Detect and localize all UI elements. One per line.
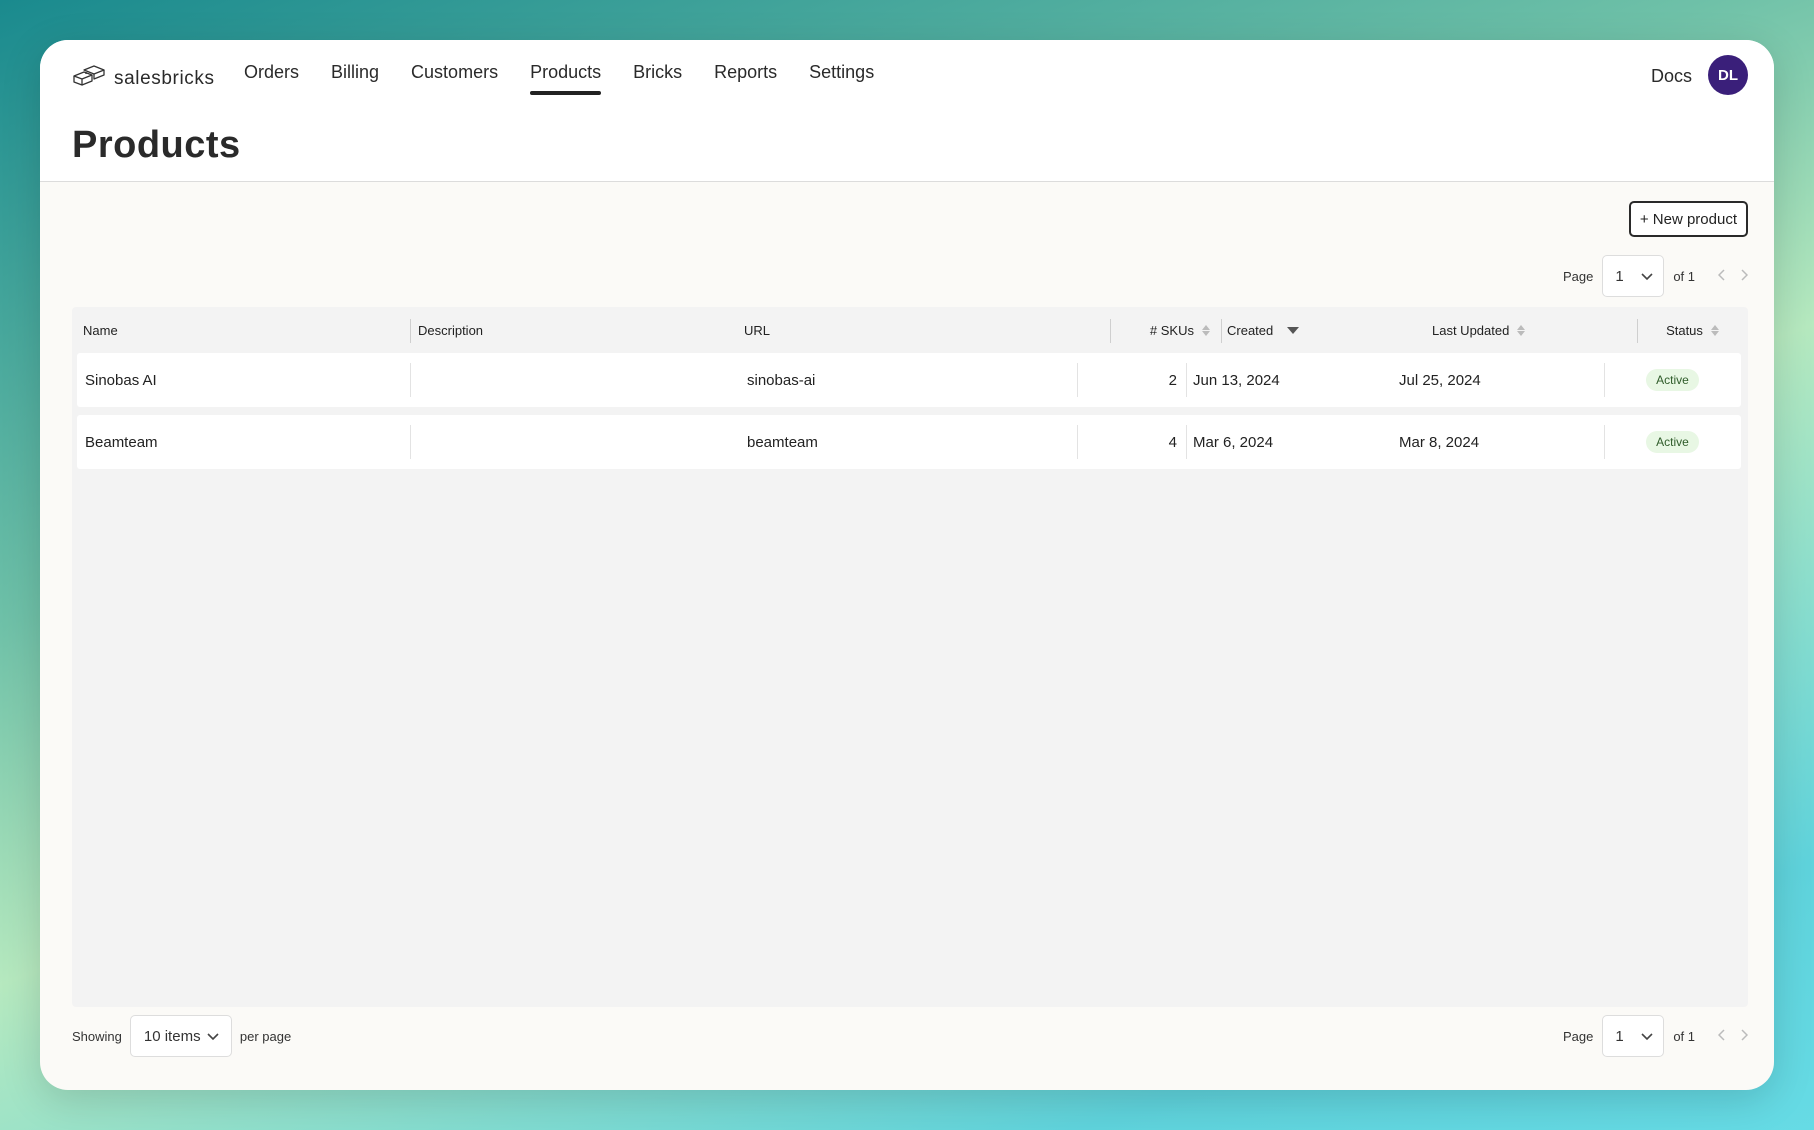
column-header-name[interactable]: Name xyxy=(83,307,118,353)
chevron-down-icon xyxy=(1641,1028,1653,1045)
brand-name: salesbricks xyxy=(114,67,215,89)
page-select[interactable]: 1 xyxy=(1602,1015,1665,1057)
products-table: Name Description URL # SKUs Created Last… xyxy=(72,307,1748,1007)
column-header-description[interactable]: Description xyxy=(410,307,483,353)
per-page-control: Showing 10 items per page xyxy=(72,1015,291,1057)
page-select-value: 1 xyxy=(1615,267,1624,285)
page-label: Page xyxy=(1562,1028,1594,1044)
nav-billing[interactable]: Billing xyxy=(331,62,379,95)
page-select[interactable]: 1 xyxy=(1602,255,1665,297)
cell-description xyxy=(410,353,740,407)
next-page-icon[interactable] xyxy=(1740,1028,1749,1044)
nav-reports[interactable]: Reports xyxy=(714,62,777,95)
cell-created: Jun 13, 2024 xyxy=(1186,353,1280,407)
showing-label: Showing xyxy=(72,1028,122,1044)
cell-skus: 2 xyxy=(1077,353,1183,407)
status-badge: Active xyxy=(1646,369,1699,391)
user-avatar[interactable]: DL xyxy=(1708,55,1748,95)
page-count-label: of 1 xyxy=(1673,1028,1695,1044)
column-header-status[interactable]: Status xyxy=(1637,307,1748,353)
per-page-select[interactable]: 10 items xyxy=(129,1015,232,1057)
per-page-value: 10 items xyxy=(143,1027,201,1045)
app-window: salesbricks Orders Billing Customers Pro… xyxy=(40,40,1774,1090)
column-header-url[interactable]: URL xyxy=(744,307,770,353)
page-label: Page xyxy=(1562,268,1594,284)
nav-products[interactable]: Products xyxy=(530,62,602,95)
column-header-skus[interactable]: # SKUs xyxy=(1110,307,1216,353)
column-header-created[interactable]: Created xyxy=(1221,307,1300,353)
prev-page-icon[interactable] xyxy=(1717,1028,1726,1044)
cell-created: Mar 6, 2024 xyxy=(1186,415,1273,469)
top-navigation-bar: salesbricks Orders Billing Customers Pro… xyxy=(40,40,1774,182)
nav-settings[interactable]: Settings xyxy=(809,62,874,95)
sort-icon xyxy=(1710,324,1719,336)
new-product-button[interactable]: + New product xyxy=(1628,201,1748,237)
table-header: Name Description URL # SKUs Created Last… xyxy=(72,307,1748,353)
table-row[interactable]: Beamteam beamteam 4 Mar 6, 2024 Mar 8, 2… xyxy=(77,415,1741,469)
cell-last-updated: Jul 25, 2024 xyxy=(1399,371,1481,389)
pagination-top: Page 1 of 1 xyxy=(1562,255,1749,297)
cell-name: Sinobas AI xyxy=(85,371,157,389)
nav-orders[interactable]: Orders xyxy=(244,62,299,95)
status-badge: Active xyxy=(1646,431,1699,453)
sort-icon xyxy=(1202,324,1210,336)
bricks-logo-icon xyxy=(72,64,106,93)
nav-bricks[interactable]: Bricks xyxy=(633,62,682,95)
pagination-bottom: Page 1 of 1 xyxy=(1562,1015,1749,1057)
docs-link[interactable]: Docs xyxy=(1651,66,1692,87)
cell-last-updated: Mar 8, 2024 xyxy=(1399,433,1480,451)
brand-logo[interactable]: salesbricks xyxy=(72,64,215,93)
sort-icon xyxy=(1517,324,1526,336)
prev-page-icon[interactable] xyxy=(1717,268,1726,284)
per-page-label: per page xyxy=(239,1028,292,1044)
cell-status: Active xyxy=(1604,415,1741,469)
cell-skus: 4 xyxy=(1077,415,1183,469)
column-header-last-updated[interactable]: Last Updated xyxy=(1432,307,1526,353)
main-nav: Orders Billing Customers Products Bricks… xyxy=(244,62,874,95)
cell-description xyxy=(410,415,740,469)
cell-name: Beamteam xyxy=(85,433,158,451)
cell-url: beamteam xyxy=(747,433,818,451)
cell-url: sinobas-ai xyxy=(747,371,816,389)
page-select-value: 1 xyxy=(1615,1027,1624,1045)
chevron-down-icon xyxy=(1641,268,1653,285)
page-title: Products xyxy=(72,124,241,166)
nav-customers[interactable]: Customers xyxy=(411,62,498,95)
chevron-down-icon xyxy=(207,1028,219,1045)
sort-descending-icon xyxy=(1287,326,1300,334)
cell-status: Active xyxy=(1604,353,1741,407)
next-page-icon[interactable] xyxy=(1740,268,1749,284)
page-count-label: of 1 xyxy=(1673,268,1695,284)
table-row[interactable]: Sinobas AI sinobas-ai 2 Jun 13, 2024 Jul… xyxy=(77,353,1741,407)
